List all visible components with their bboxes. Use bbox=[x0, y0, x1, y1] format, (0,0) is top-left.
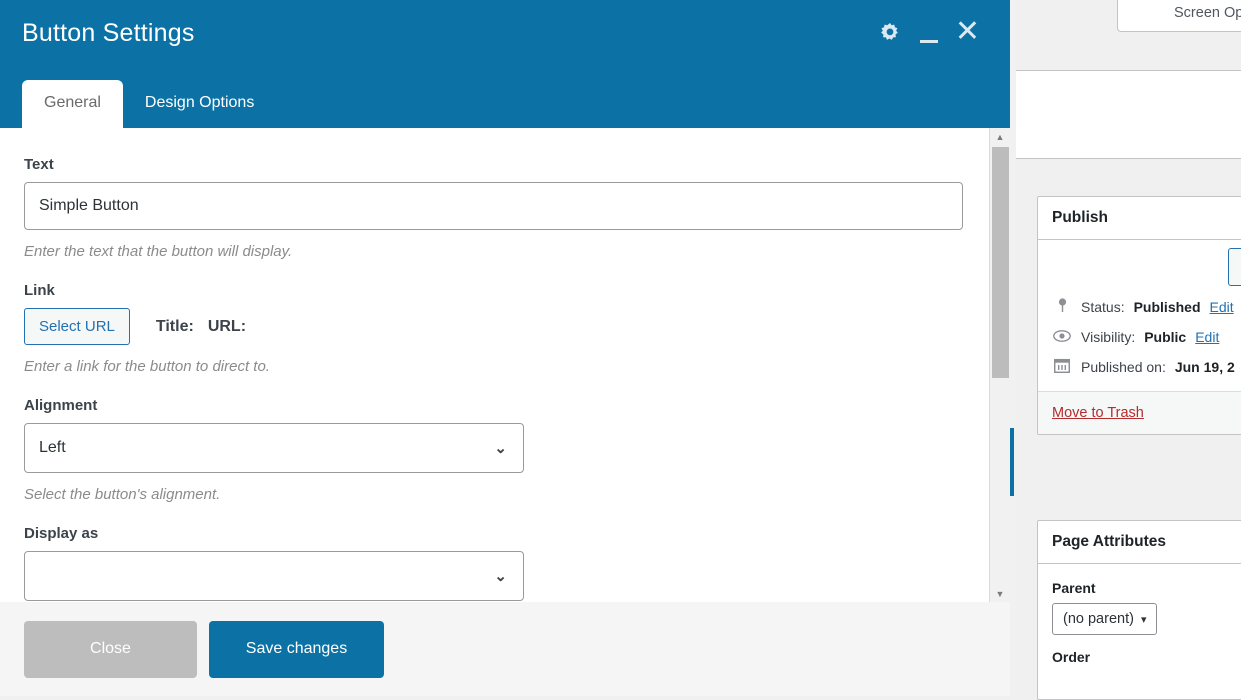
parent-label: Parent bbox=[1052, 580, 1241, 596]
modal-scrollbar[interactable]: ▲ ▼ bbox=[989, 128, 1010, 602]
publish-date-label: Published on: bbox=[1081, 359, 1166, 375]
link-field-label: Link bbox=[24, 282, 965, 299]
save-changes-button[interactable]: Save changes bbox=[209, 621, 384, 678]
publish-metabox-body: Status: Published Edit Visibility: Publi… bbox=[1038, 240, 1241, 391]
screen-options-label: Screen Options bbox=[1174, 5, 1241, 21]
alignment-select-value: Left bbox=[39, 439, 66, 457]
modal-footer: Close Save changes bbox=[0, 602, 1010, 696]
move-to-trash-link[interactable]: Move to Trash bbox=[1052, 405, 1144, 421]
calendar-icon bbox=[1052, 358, 1072, 376]
publish-date-row: Published on: Jun 19, 2 bbox=[1052, 352, 1241, 383]
text-input[interactable]: Simple Button bbox=[24, 182, 963, 230]
screen-options-tab[interactable]: Screen Options bbox=[1117, 0, 1241, 32]
publish-metabox-footer: Move to Trash bbox=[1038, 391, 1241, 434]
editor-panel-strip bbox=[1010, 70, 1241, 159]
link-field-hint: Enter a link for the button to direct to… bbox=[24, 358, 965, 375]
text-input-value: Simple Button bbox=[39, 197, 139, 215]
publish-visibility-value: Public bbox=[1144, 329, 1186, 345]
publish-visibility-row: Visibility: Public Edit bbox=[1052, 323, 1241, 352]
publish-metabox: Publish Status: Published Edit Visibilit… bbox=[1037, 196, 1241, 435]
tab-design-options[interactable]: Design Options bbox=[123, 80, 276, 128]
modal-header: Button Settings ✕ General Design Options bbox=[0, 0, 1010, 128]
publish-visibility-label: Visibility: bbox=[1081, 329, 1135, 345]
modal-title: Button Settings bbox=[22, 19, 195, 48]
publish-status-value: Published bbox=[1134, 299, 1201, 315]
eye-icon bbox=[1052, 329, 1072, 345]
close-button[interactable]: Close bbox=[24, 621, 197, 678]
modal-header-controls: ✕ bbox=[877, 20, 980, 47]
gear-icon[interactable] bbox=[877, 21, 903, 47]
chevron-down-icon: ▾ bbox=[1141, 613, 1147, 626]
publish-visibility-edit-link[interactable]: Edit bbox=[1195, 329, 1219, 345]
display-as-select[interactable]: ⌄ bbox=[24, 551, 524, 601]
close-icon[interactable]: ✕ bbox=[955, 17, 980, 47]
alignment-select[interactable]: Left ⌄ bbox=[24, 423, 524, 473]
preview-changes-button[interactable] bbox=[1228, 248, 1241, 286]
modal-tabs: General Design Options bbox=[22, 80, 276, 128]
display-as-field-label: Display as bbox=[24, 525, 965, 542]
publish-metabox-title: Publish bbox=[1038, 197, 1241, 240]
publish-status-label: Status: bbox=[1081, 299, 1125, 315]
link-title-label: Title: bbox=[156, 318, 194, 336]
scroll-up-arrow-icon[interactable]: ▲ bbox=[990, 128, 1010, 145]
publish-status-edit-link[interactable]: Edit bbox=[1210, 299, 1234, 315]
tab-design-options-label: Design Options bbox=[145, 94, 254, 111]
order-label: Order bbox=[1052, 649, 1241, 665]
chevron-down-icon: ⌄ bbox=[494, 567, 507, 585]
select-url-button[interactable]: Select URL bbox=[24, 308, 130, 345]
tab-general-label: General bbox=[44, 94, 101, 111]
link-url-label: URL: bbox=[208, 318, 246, 336]
modal-body: Text Simple Button Enter the text that t… bbox=[0, 128, 1010, 602]
modal-form: Text Simple Button Enter the text that t… bbox=[0, 128, 989, 602]
publish-status-row: Status: Published Edit bbox=[1052, 292, 1241, 323]
text-field-hint: Enter the text that the button will disp… bbox=[24, 243, 965, 260]
alignment-field-label: Alignment bbox=[24, 397, 965, 414]
text-field-label: Text bbox=[24, 156, 965, 173]
page-attributes-metabox: Page Attributes Parent (no parent) ▾ Ord… bbox=[1037, 520, 1241, 700]
publish-date-value: Jun 19, 2 bbox=[1175, 359, 1235, 375]
button-settings-modal: Button Settings ✕ General Design Options… bbox=[0, 0, 1010, 696]
tab-general[interactable]: General bbox=[22, 80, 123, 128]
chevron-down-icon: ⌄ bbox=[494, 439, 507, 457]
page-attributes-body: Parent (no parent) ▾ Order bbox=[1038, 564, 1241, 680]
parent-select[interactable]: (no parent) ▾ bbox=[1052, 603, 1157, 635]
pin-icon bbox=[1052, 298, 1072, 316]
minimize-icon[interactable] bbox=[918, 21, 940, 47]
modal-scrollbar-thumb[interactable] bbox=[992, 147, 1009, 378]
link-row: Select URL Title: URL: bbox=[24, 308, 965, 345]
parent-select-value: (no parent) bbox=[1063, 611, 1134, 627]
page-attributes-title: Page Attributes bbox=[1038, 521, 1241, 564]
alignment-field-hint: Select the button's alignment. bbox=[24, 486, 965, 503]
scroll-down-arrow-icon[interactable]: ▼ bbox=[990, 585, 1010, 602]
